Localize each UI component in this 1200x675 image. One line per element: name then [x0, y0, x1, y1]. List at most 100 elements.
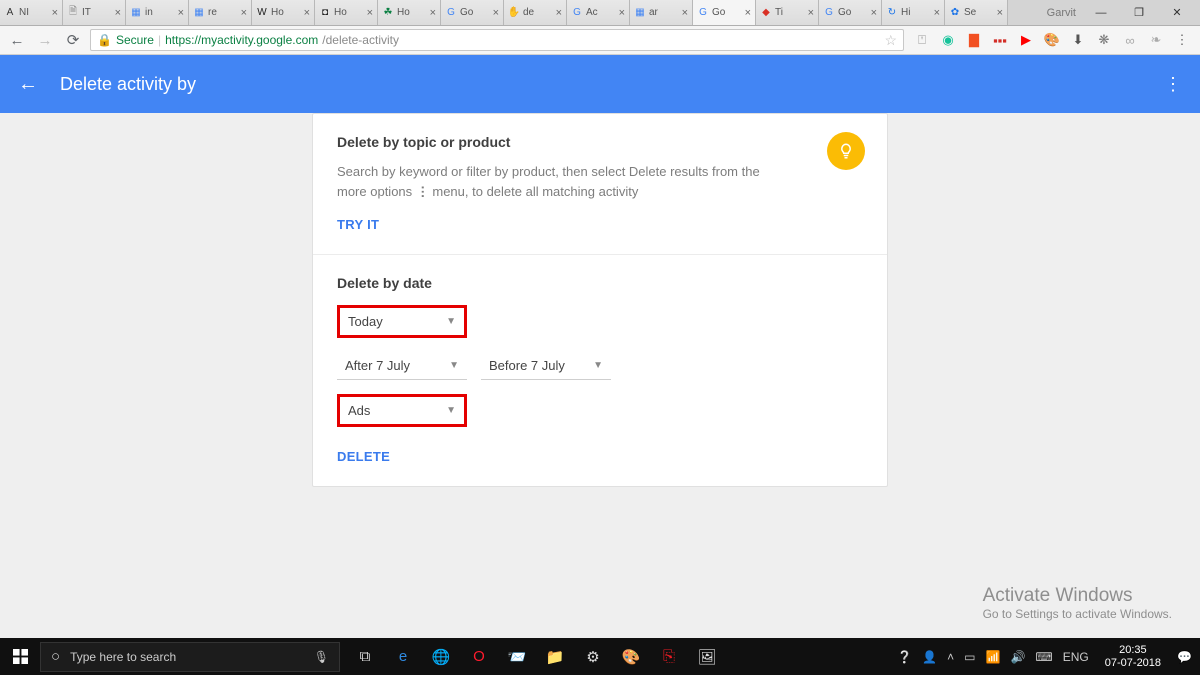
browser-tab[interactable]: ✿Se× [945, 0, 1008, 25]
tray-wifi-icon[interactable]: 📶 [986, 650, 1001, 664]
ext-icon-youtube[interactable]: ▶ [1018, 32, 1034, 48]
tray-volume-icon[interactable]: 🔊 [1010, 650, 1025, 664]
tab-close-icon[interactable]: × [871, 7, 877, 19]
ext-icon-lastpass[interactable]: ▪▪▪ [992, 32, 1008, 48]
tab-close-icon[interactable]: × [178, 7, 184, 19]
tab-close-icon[interactable]: × [367, 7, 373, 19]
forward-button[interactable]: → [34, 29, 56, 51]
tray-people-icon[interactable]: 👤 [922, 650, 937, 664]
adobe-reader-icon[interactable]: ⎘ [658, 646, 680, 668]
tray-notifications-icon[interactable]: 💬 [1177, 650, 1192, 664]
browser-tab[interactable]: WHo× [252, 0, 315, 25]
tab-close-icon[interactable]: × [808, 7, 814, 19]
taskbar-search[interactable]: ○ Type here to search 🎙 [40, 642, 340, 672]
more-options-icon: ⋯ [413, 185, 433, 198]
tab-close-icon[interactable]: × [52, 7, 58, 19]
delete-button[interactable]: DELETE [337, 449, 390, 464]
edge-icon[interactable]: e [392, 646, 414, 668]
back-button[interactable]: ← [6, 29, 28, 51]
opera-icon[interactable]: O [468, 646, 490, 668]
ext-icon-download[interactable]: ⬇ [1070, 32, 1086, 48]
section-title-topic: Delete by topic or product [337, 134, 863, 150]
browser-tab[interactable]: GGo× [441, 0, 504, 25]
url-host: https://myactivity.google.com [165, 33, 318, 47]
minimize-button[interactable]: — [1088, 3, 1114, 23]
settings-icon[interactable]: ⚙ [582, 646, 604, 668]
mic-icon[interactable]: 🎙 [314, 650, 329, 664]
tab-close-icon[interactable]: × [619, 7, 625, 19]
ext-icon-leaf[interactable]: ❧ [1148, 32, 1164, 48]
browser-tab[interactable]: GGo× [693, 0, 756, 25]
browser-tab[interactable]: 🗎IT× [63, 0, 126, 25]
browser-tab[interactable]: ◆Ti× [756, 0, 819, 25]
ext-icon-infinity[interactable]: ∞ [1122, 32, 1138, 48]
mail-icon[interactable]: 📨 [506, 646, 528, 668]
tab-close-icon[interactable]: × [115, 7, 121, 19]
tab-title: IT [82, 7, 113, 18]
browser-tab[interactable]: ▦in× [126, 0, 189, 25]
product-select[interactable]: Ads ▼ [337, 394, 467, 427]
tray-help-icon[interactable]: ❔ [897, 650, 912, 664]
tab-title: ar [649, 7, 680, 18]
url-input[interactable]: 🔒 Secure | https://myactivity.google.com… [90, 29, 904, 51]
browser-tab[interactable]: ☘Ho× [378, 0, 441, 25]
paint-icon[interactable]: 🎨 [620, 646, 642, 668]
tab-title: Ho [271, 7, 302, 18]
ext-icon-palette[interactable]: 🎨 [1044, 32, 1060, 48]
header-menu-icon[interactable]: ⋮ [1164, 74, 1182, 95]
maximize-button[interactable]: ❐ [1126, 3, 1152, 23]
browser-tab[interactable]: ▦ar× [630, 0, 693, 25]
tab-favicon: W [256, 7, 268, 19]
browser-tab[interactable]: GAc× [567, 0, 630, 25]
section-title-date: Delete by date [337, 275, 863, 291]
tab-close-icon[interactable]: × [934, 7, 940, 19]
tab-close-icon[interactable]: × [997, 7, 1003, 19]
after-date-select[interactable]: After 7 July ▼ [337, 352, 467, 380]
browser-tab[interactable]: ▦re× [189, 0, 252, 25]
header-back-button[interactable]: ← [18, 73, 38, 96]
tab-favicon: G [823, 7, 835, 19]
after-date-value: After 7 July [345, 358, 410, 373]
reload-button[interactable]: ⟳ [62, 29, 84, 51]
tray-keyboard-icon[interactable]: ⌨ [1035, 650, 1052, 664]
browser-tab[interactable]: GGo× [819, 0, 882, 25]
tab-favicon: ▦ [634, 7, 646, 19]
tray-language[interactable]: ENG [1063, 650, 1089, 664]
before-date-select[interactable]: Before 7 July ▼ [481, 352, 611, 380]
tab-close-icon[interactable]: × [682, 7, 688, 19]
try-it-button[interactable]: TRY IT [337, 217, 379, 232]
tab-close-icon[interactable]: × [304, 7, 310, 19]
tab-title: Ho [334, 7, 365, 18]
tray-chevron-up-icon[interactable]: ˄ [947, 650, 954, 664]
tab-close-icon[interactable]: × [493, 7, 499, 19]
browser-tab[interactable]: ↻Hi× [882, 0, 945, 25]
ext-icon-notes[interactable]: ▇ [966, 32, 982, 48]
tab-close-icon[interactable]: × [745, 7, 751, 19]
lightbulb-icon[interactable] [827, 132, 865, 170]
close-window-button[interactable]: ✕ [1164, 3, 1190, 23]
tab-favicon: ✿ [949, 7, 961, 19]
ext-icon-gear[interactable]: ❋ [1096, 32, 1112, 48]
browser-menu-icon[interactable]: ⋮ [1174, 32, 1190, 48]
clock-time: 20:35 [1105, 644, 1161, 657]
browser-tab[interactable]: ◘Ho× [315, 0, 378, 25]
chrome-icon[interactable]: 🌐 [430, 646, 452, 668]
browser-tab[interactable]: ANI× [0, 0, 63, 25]
tab-close-icon[interactable]: × [241, 7, 247, 19]
tray-battery-icon[interactable]: ▭ [964, 650, 975, 664]
task-view-icon[interactable]: ⧉ [354, 646, 376, 668]
star-icon[interactable]: ☆ [884, 32, 897, 49]
browser-tab[interactable]: ✋de× [504, 0, 567, 25]
tab-close-icon[interactable]: × [556, 7, 562, 19]
start-button[interactable] [0, 638, 40, 675]
ext-icon-translate[interactable]: ⍞ [914, 32, 930, 48]
profile-name[interactable]: Garvit [1047, 7, 1076, 19]
ext-icon-grammarly[interactable]: ◉ [940, 32, 956, 48]
watermark-title: Activate Windows [983, 585, 1172, 607]
date-range-select[interactable]: Today ▼ [337, 305, 467, 338]
tray-clock[interactable]: 20:35 07-07-2018 [1099, 644, 1167, 669]
tab-close-icon[interactable]: × [430, 7, 436, 19]
file-explorer-icon[interactable]: 📁 [544, 646, 566, 668]
photos-icon[interactable]: 🖼 [696, 646, 718, 668]
tab-title: Ti [775, 7, 806, 18]
